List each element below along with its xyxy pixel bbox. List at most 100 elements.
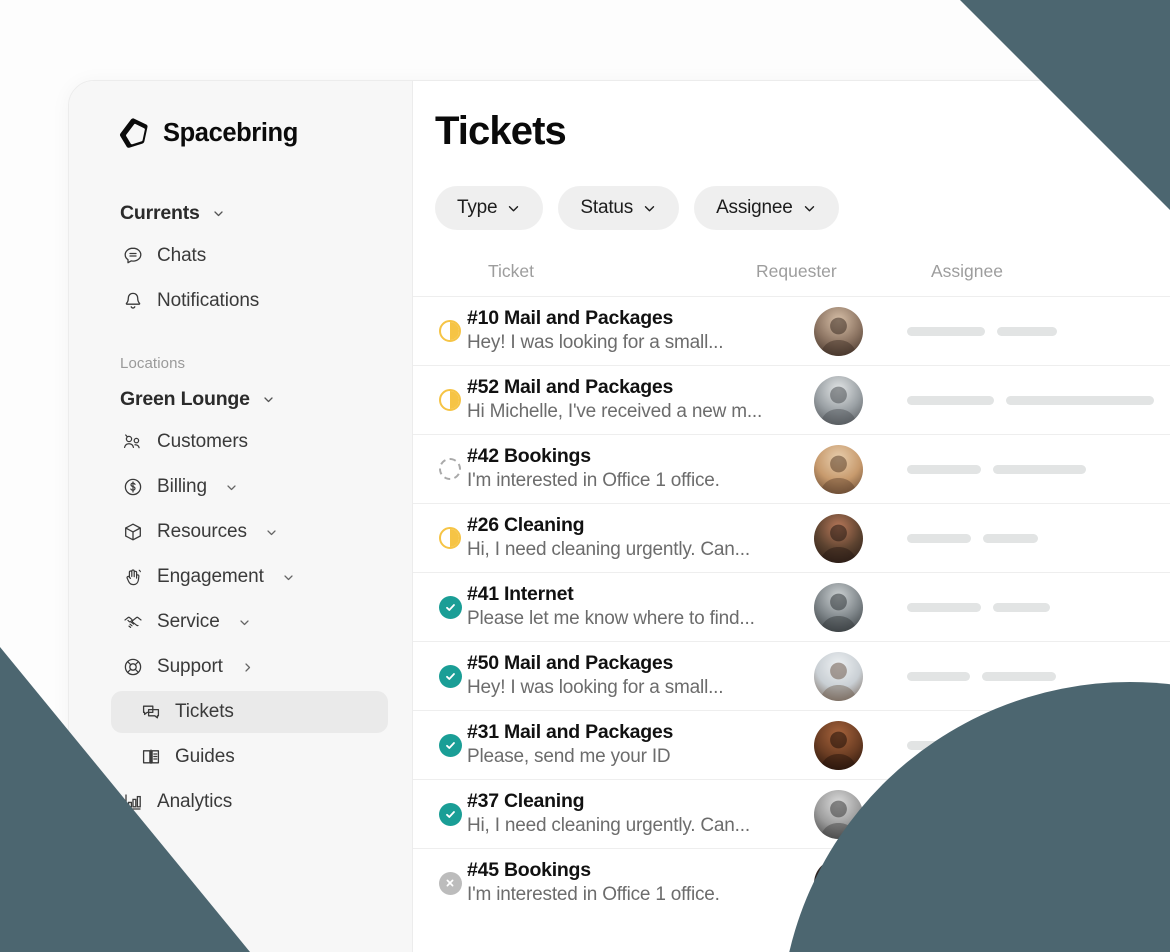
ticket-title: #52 Mail and Packages xyxy=(467,376,674,399)
handshake-icon xyxy=(121,611,144,634)
sidebar-item-engagement[interactable]: Engagement xyxy=(111,556,388,598)
table-row[interactable]: #41 Internet Please let me know where to … xyxy=(413,572,1170,641)
ticket-title: #10 Mail and Packages xyxy=(467,307,674,330)
sidebar-item-chats-label: Chats xyxy=(157,245,207,266)
half-circle-icon xyxy=(439,320,461,342)
ticket-info: #31 Mail and Packages Please, send me you… xyxy=(467,720,810,770)
sidebar-item-billing-label: Billing xyxy=(157,476,207,497)
filter-type-button[interactable]: Type xyxy=(435,186,544,230)
ticket-info: #41 Internet Please let me know where to … xyxy=(467,582,810,632)
table-row[interactable]: #10 Mail and Packages Hey! I was looking … xyxy=(413,296,1170,365)
x-circle-icon xyxy=(438,871,462,895)
nav-locations-section: Locations Green Lounge Customers Billing… xyxy=(69,348,412,823)
ticket-title: #26 Cleaning xyxy=(467,514,585,537)
sidebar-item-guides[interactable]: Guides xyxy=(111,736,388,778)
brand-name: Spacebring xyxy=(163,118,298,147)
sidebar-item-chats[interactable]: Chats xyxy=(111,235,388,277)
ticket-title: #37 Cleaning xyxy=(467,790,585,813)
row-placeholder-bars xyxy=(907,671,1056,681)
sidebar-item-service-label: Service xyxy=(157,611,220,632)
requester-placeholder-bar xyxy=(907,533,971,543)
sidebar-item-support-label: Support xyxy=(157,656,223,677)
chevron-down-icon xyxy=(238,616,251,629)
chat-bubble-icon xyxy=(121,245,144,268)
ticket-preview: Please let me know where to find... xyxy=(467,608,755,630)
nav-group-currents[interactable]: Currents xyxy=(69,194,412,232)
ticket-title: #31 Mail and Packages xyxy=(467,721,674,744)
sidebar-item-support[interactable]: Support xyxy=(111,646,388,688)
ticket-status-indicator xyxy=(413,664,467,688)
ticket-status-indicator xyxy=(413,733,467,757)
chevron-down-icon xyxy=(212,207,225,220)
tickets-icon xyxy=(139,701,162,724)
ticket-status-indicator xyxy=(413,527,467,549)
ticket-preview: I'm interested in Office 1 office. xyxy=(467,470,720,492)
assignee-placeholder-bar xyxy=(993,602,1050,612)
sidebar-item-notifications[interactable]: Notifications xyxy=(111,280,388,322)
sidebar-item-analytics-label: Analytics xyxy=(157,791,233,812)
nav-group-currents-label: Currents xyxy=(120,201,200,224)
screenshot-canvas: Spacebring Currents Chats Notifications … xyxy=(0,0,1170,952)
requester-placeholder-bar xyxy=(907,464,981,474)
sidebar-item-billing[interactable]: Billing xyxy=(111,466,388,508)
ticket-title: #50 Mail and Packages xyxy=(467,652,674,675)
check-circle-icon xyxy=(438,733,462,757)
row-placeholder-bars xyxy=(907,602,1050,612)
row-placeholder-bars xyxy=(907,395,1154,405)
table-row[interactable]: #52 Mail and Packages Hi Michelle, I've r… xyxy=(413,365,1170,434)
cube-icon xyxy=(121,521,144,544)
requester-placeholder-bar xyxy=(907,602,981,612)
ticket-status-indicator xyxy=(413,320,467,342)
lifebuoy-icon xyxy=(121,656,144,679)
ticket-info: #37 Cleaning Hi, I need cleaning urgently… xyxy=(467,789,810,839)
assignee-placeholder-bar xyxy=(993,464,1086,474)
requester-placeholder-bar xyxy=(907,326,985,336)
filter-bar: Type Status Assignee xyxy=(413,154,1170,230)
ticket-preview: I'm interested in Office 1 office. xyxy=(467,884,720,906)
dollar-circle-icon xyxy=(121,476,144,499)
check-circle-icon xyxy=(438,664,462,688)
table-row[interactable]: #42 Bookings I'm interested in Office 1 o… xyxy=(413,434,1170,503)
chevron-down-icon xyxy=(642,201,657,216)
table-row[interactable]: #26 Cleaning Hi, I need cleaning urgently… xyxy=(413,503,1170,572)
table-header: Ticket Requester Assignee xyxy=(413,230,1170,296)
chevron-down-icon xyxy=(225,481,238,494)
ticket-title: #45 Bookings xyxy=(467,859,591,882)
chevron-down-icon xyxy=(802,201,817,216)
filter-assignee-label: Assignee xyxy=(716,197,793,218)
ticket-info: #10 Mail and Packages Hey! I was looking … xyxy=(467,306,810,356)
ticket-info: #52 Mail and Packages Hi Michelle, I've r… xyxy=(467,375,810,425)
half-circle-icon xyxy=(439,389,461,411)
ticket-preview: Please, send me your ID xyxy=(467,746,671,768)
sidebar-item-customers[interactable]: Customers xyxy=(111,421,388,463)
avatar xyxy=(814,375,863,425)
sidebar-item-engagement-label: Engagement xyxy=(157,566,264,587)
ticket-info: #26 Cleaning Hi, I need cleaning urgently… xyxy=(467,513,810,563)
avatar xyxy=(814,444,863,494)
avatar xyxy=(814,306,863,356)
sidebar-item-notifications-label: Notifications xyxy=(157,290,260,311)
sidebar-item-resources-label: Resources xyxy=(157,521,247,542)
sidebar-item-tickets-label: Tickets xyxy=(175,701,234,722)
filter-type-label: Type xyxy=(457,197,498,218)
ticket-preview: Hey! I was looking for a small... xyxy=(467,677,724,699)
ticket-status-indicator xyxy=(413,389,467,411)
column-header-assignee: Assignee xyxy=(931,261,1003,281)
sidebar-item-service[interactable]: Service xyxy=(111,601,388,643)
brand[interactable]: Spacebring xyxy=(69,108,412,158)
sidebar-item-guides-label: Guides xyxy=(175,746,235,767)
bell-icon xyxy=(121,290,144,313)
avatar xyxy=(814,720,863,770)
assignee-placeholder-bar xyxy=(983,533,1038,543)
half-circle-icon xyxy=(439,527,461,549)
nav-group-green-lounge[interactable]: Green Lounge xyxy=(69,380,412,418)
ticket-status-indicator xyxy=(413,802,467,826)
sidebar-item-resources[interactable]: Resources xyxy=(111,511,388,553)
sidebar-item-tickets[interactable]: Tickets xyxy=(111,691,388,733)
hand-wave-icon xyxy=(121,566,144,589)
ticket-status-indicator xyxy=(413,458,467,480)
filter-status-button[interactable]: Status xyxy=(558,186,680,230)
filter-assignee-button[interactable]: Assignee xyxy=(694,186,839,230)
assignee-placeholder-bar xyxy=(982,671,1056,681)
sidebar-item-analytics[interactable]: Analytics xyxy=(111,781,388,823)
